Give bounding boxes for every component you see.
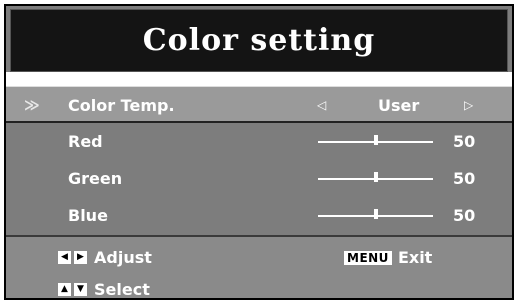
color-setting-osd: Color setting ≫ Color Temp. ◁ User ▷ Red… (4, 4, 514, 300)
select-label: Select (94, 280, 150, 299)
red-value: 50 (453, 132, 476, 151)
footer-hints: ◀ ▶ Adjust MENU Exit ▲ ▼ Select (6, 237, 512, 299)
blue-value: 50 (453, 206, 476, 225)
adjust-hint: ◀ ▶ Adjust (58, 248, 152, 267)
left-key-icon: ◀ (58, 251, 71, 264)
green-value: 50 (453, 169, 476, 188)
left-arrow-icon[interactable]: ◁ (317, 98, 326, 112)
double-chevron-icon: ≫ (24, 96, 40, 114)
blue-slider-thumb[interactable] (373, 209, 378, 219)
right-arrow-icon[interactable]: ▷ (464, 98, 473, 112)
green-slider-thumb[interactable] (373, 172, 378, 182)
select-hint: ▲ ▼ Select (58, 280, 150, 299)
menu-item-color-temp[interactable]: ≫ Color Temp. ◁ User ▷ (6, 86, 512, 123)
color-temp-label: Color Temp. (68, 96, 175, 115)
exit-label: Exit (397, 248, 433, 267)
menu-item-blue[interactable]: Blue 50 (6, 197, 512, 234)
right-key-icon: ▶ (74, 251, 87, 264)
color-menu: ≫ Color Temp. ◁ User ▷ Red 50 Green 50 B… (6, 86, 512, 234)
blue-slider[interactable] (318, 209, 433, 219)
page-title: Color setting (142, 23, 376, 58)
color-temp-value: User (378, 96, 420, 115)
menu-item-red[interactable]: Red 50 (6, 123, 512, 160)
blue-label: Blue (68, 206, 108, 225)
menu-key-icon: MENU (344, 250, 392, 265)
red-slider[interactable] (318, 135, 433, 145)
title-bar: Color setting (10, 9, 508, 72)
adjust-label: Adjust (94, 248, 152, 267)
up-key-icon: ▲ (58, 283, 71, 296)
red-slider-thumb[interactable] (373, 135, 378, 145)
title-gap (6, 72, 512, 86)
menu-item-green[interactable]: Green 50 (6, 160, 512, 197)
green-label: Green (68, 169, 123, 188)
exit-hint: MENU Exit (344, 248, 432, 267)
green-slider[interactable] (318, 172, 433, 182)
down-key-icon: ▼ (74, 283, 87, 296)
red-label: Red (68, 132, 103, 151)
